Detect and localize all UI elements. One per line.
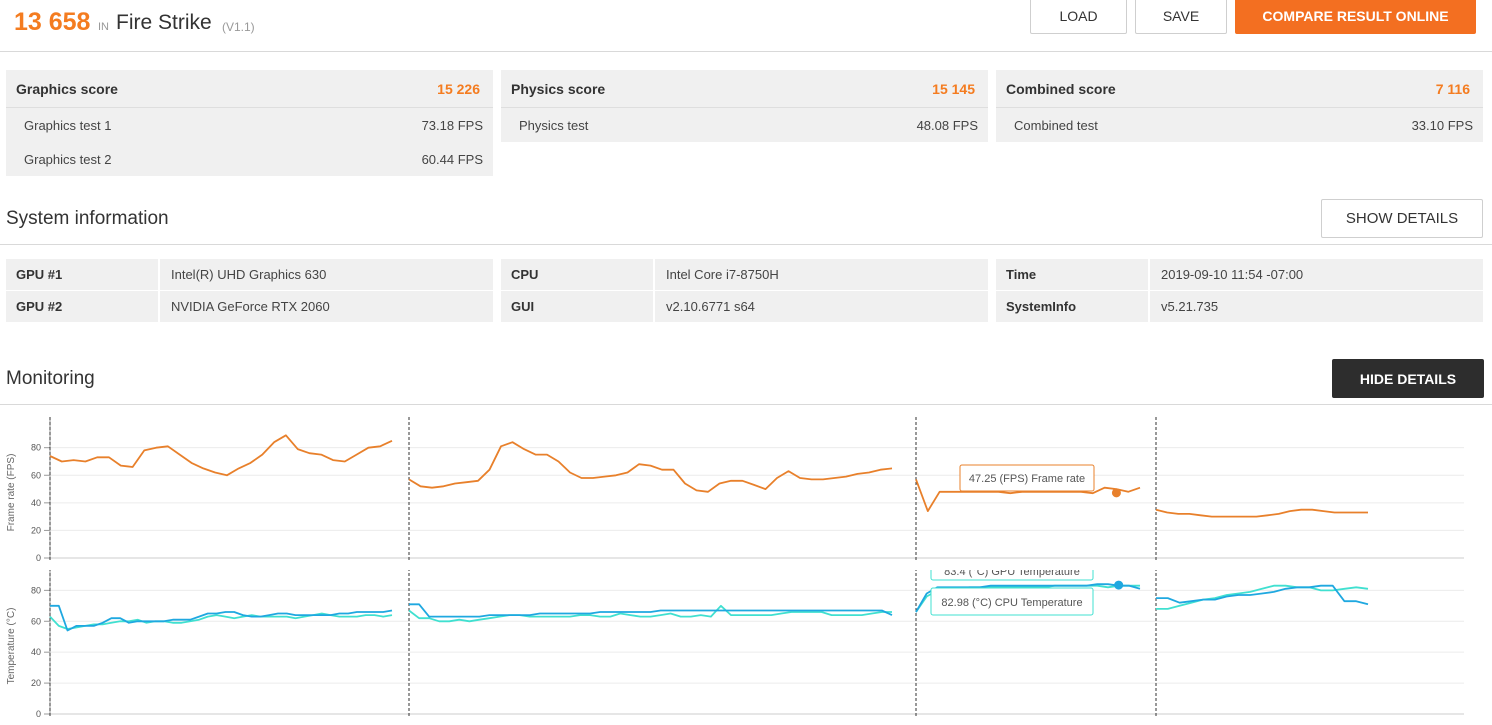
info-value: Intel Core i7-8750H xyxy=(666,267,779,282)
physics-score-label: Physics score xyxy=(511,80,606,97)
info-key: GUI xyxy=(501,291,655,322)
series-line-gpu-temperature xyxy=(409,603,893,618)
series-line-gpu-temperature xyxy=(50,604,393,632)
y-axis-label: Temperature (°C) xyxy=(6,608,17,685)
y-tick-label: 60 xyxy=(31,616,41,626)
monitoring-divider xyxy=(0,404,1492,405)
combined-test-row: Combined test 33.10 FPS xyxy=(996,108,1483,142)
time-info-table: Time 2019-09-10 11:54 -07:00 SystemInfo … xyxy=(996,259,1483,323)
info-key: SystemInfo xyxy=(996,291,1150,322)
load-button[interactable]: LOAD xyxy=(1030,0,1127,34)
combined-test-value: 33.10 FPS xyxy=(1411,117,1473,133)
info-key: GPU #2 xyxy=(6,291,160,322)
combined-test-label: Combined test xyxy=(1014,117,1098,133)
graphics-score-panel: Graphics score 15 226 Graphics test 1 73… xyxy=(6,70,493,176)
graphics-test-1-label: Graphics test 1 xyxy=(24,117,112,133)
y-tick-label: 20 xyxy=(31,525,41,535)
info-row: GPU #2 NVIDIA GeForce RTX 2060 xyxy=(6,291,493,322)
frame-rate-marker xyxy=(1111,488,1121,498)
graphics-test-1-row: Graphics test 1 73.18 FPS xyxy=(6,108,493,142)
y-tick-label: 20 xyxy=(31,678,41,688)
graphics-score-header: Graphics score 15 226 xyxy=(6,70,493,108)
benchmark-name: Fire Strike xyxy=(116,11,212,34)
info-value: v2.10.6771 s64 xyxy=(666,299,755,314)
combined-score-label: Combined score xyxy=(1006,80,1116,97)
y-tick-label: 60 xyxy=(31,470,41,480)
info-value: 2019-09-10 11:54 -07:00 xyxy=(1161,267,1304,282)
info-key: Time xyxy=(996,259,1150,290)
series-line-cpu-temperature xyxy=(408,604,892,623)
in-label: IN xyxy=(98,21,109,33)
show-details-button[interactable]: SHOW DETAILS xyxy=(1321,199,1483,238)
graphics-test-2-value: 60.44 FPS xyxy=(421,151,483,167)
temperature-chart: 0 20 40 60 80 Temperature (°C) 83.4 (°C) GPU T… xyxy=(6,570,1464,719)
gpu-info-table: GPU #1 Intel(R) UHD Graphics 630 GPU #2 … xyxy=(6,259,493,323)
frame-rate-chart: 0 20 40 60 80 Frame rate (FPS) 47.25 (FPS) Fra… xyxy=(6,417,1464,563)
physics-test-row: Physics test 48.08 FPS xyxy=(501,108,988,142)
system-information-title: System information xyxy=(6,208,169,229)
graphics-score-label: Graphics score xyxy=(16,80,118,97)
gpu-temperature-tooltip-text: 83.4 (°C) GPU Temperature xyxy=(944,570,1080,578)
physics-score-header: Physics score 15 145 xyxy=(501,70,988,108)
y-tick-label: 0 xyxy=(36,553,41,563)
y-tick-label: 0 xyxy=(36,709,41,719)
physics-score-value: 15 145 xyxy=(932,80,975,97)
total-score: 13 658 xyxy=(14,8,91,36)
combined-score-value: 7 116 xyxy=(1435,80,1470,97)
series-line-frame-rate xyxy=(408,441,893,493)
info-value: NVIDIA GeForce RTX 2060 xyxy=(171,299,330,314)
y-tick-label: 40 xyxy=(31,498,41,508)
series-line-frame-rate xyxy=(1155,508,1368,518)
graphics-test-2-row: Graphics test 2 60.44 FPS xyxy=(6,142,493,176)
info-value: Intel(R) UHD Graphics 630 xyxy=(171,267,327,282)
combined-score-header: Combined score 7 116 xyxy=(996,70,1483,108)
physics-score-panel: Physics score 15 145 Physics test 48.08 … xyxy=(501,70,988,142)
graphics-score-value: 15 226 xyxy=(437,80,480,97)
monitoring-title: Monitoring xyxy=(6,368,95,389)
y-tick-label: 80 xyxy=(31,585,41,595)
info-row: CPU Intel Core i7-8750H xyxy=(501,259,988,290)
info-row: SystemInfo v5.21.735 xyxy=(996,291,1483,322)
y-tick-label: 80 xyxy=(31,443,41,453)
series-line-frame-rate xyxy=(49,434,393,477)
y-tick-label: 40 xyxy=(31,647,41,657)
info-row: GUI v2.10.6771 s64 xyxy=(501,291,988,322)
frame-rate-tooltip-text: 47.25 (FPS) Frame rate xyxy=(969,473,1085,485)
compare-result-online-button[interactable]: COMPARE RESULT ONLINE xyxy=(1235,0,1476,34)
gpu-temperature-marker xyxy=(1114,580,1124,590)
info-key: CPU xyxy=(501,259,655,290)
info-value: v5.21.735 xyxy=(1161,299,1219,314)
save-button[interactable]: SAVE xyxy=(1135,0,1227,34)
info-row: GPU #1 Intel(R) UHD Graphics 630 xyxy=(6,259,493,290)
graphics-test-1-value: 73.18 FPS xyxy=(421,117,483,133)
hide-details-button[interactable]: HIDE DETAILS xyxy=(1332,359,1484,398)
physics-test-value: 48.08 FPS xyxy=(916,117,978,133)
info-row: Time 2019-09-10 11:54 -07:00 xyxy=(996,259,1483,290)
combined-score-panel: Combined score 7 116 Combined test 33.10… xyxy=(996,70,1483,142)
physics-test-label: Physics test xyxy=(519,117,589,133)
result-header: 13 658 IN Fire Strike (V1.1) LOAD SAVE C… xyxy=(0,0,1492,52)
info-key: GPU #1 xyxy=(6,259,160,290)
system-information-divider xyxy=(0,244,1492,245)
graphics-test-2-label: Graphics test 2 xyxy=(24,151,112,167)
benchmark-version: (V1.1) xyxy=(222,20,255,34)
cpu-info-table: CPU Intel Core i7-8750H GUI v2.10.6771 s… xyxy=(501,259,988,323)
cpu-temperature-tooltip-text: 82.98 (°C) CPU Temperature xyxy=(941,597,1082,609)
y-axis-label: Frame rate (FPS) xyxy=(6,454,17,532)
